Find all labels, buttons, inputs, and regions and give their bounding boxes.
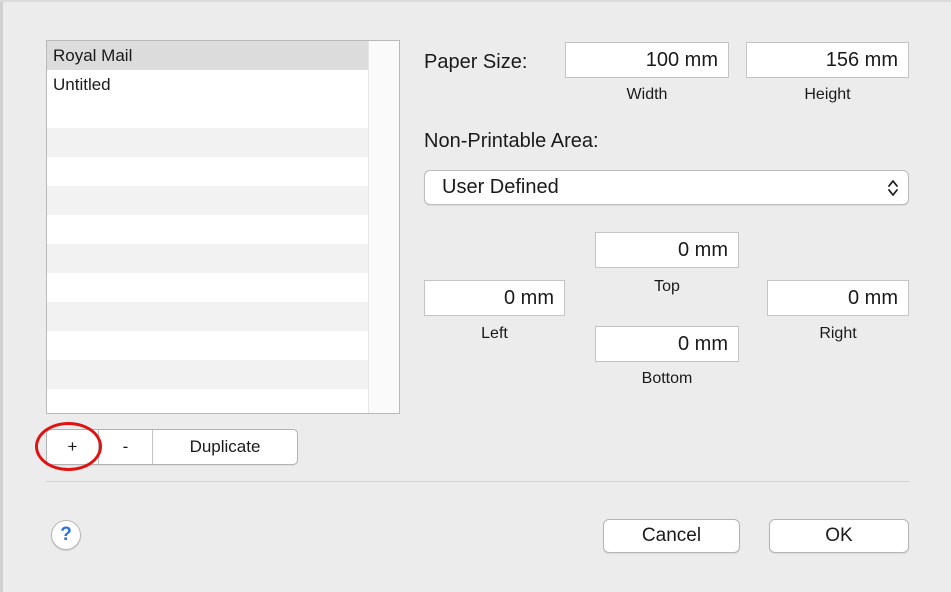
- non-printable-area-label: Non-Printable Area:: [424, 130, 599, 152]
- right-caption: Right: [819, 325, 857, 342]
- width-caption: Width: [626, 86, 668, 103]
- paper-width-field[interactable]: 100 mm: [565, 42, 729, 78]
- footer-divider: [46, 481, 909, 482]
- add-button[interactable]: +: [47, 430, 99, 464]
- empty-row: [47, 331, 369, 360]
- empty-row: [47, 157, 369, 186]
- list-item[interactable]: Untitled: [47, 70, 369, 99]
- popup-selected-value: User Defined: [442, 176, 559, 198]
- paper-size-label: Paper Size:: [424, 51, 528, 73]
- height-caption: Height: [804, 86, 851, 103]
- list-scrollbar[interactable]: [368, 41, 399, 413]
- duplicate-button[interactable]: Duplicate: [153, 430, 297, 464]
- list-action-buttons: + - Duplicate: [46, 429, 298, 465]
- left-margin-field[interactable]: 0 mm: [424, 280, 565, 316]
- empty-row: [47, 389, 369, 413]
- question-mark-icon: ?: [60, 524, 72, 545]
- ok-button[interactable]: OK: [769, 519, 909, 553]
- bottom-margin-field[interactable]: 0 mm: [595, 326, 739, 362]
- up-down-chevron-icon: [888, 180, 898, 196]
- left-caption: Left: [481, 325, 508, 342]
- window-edge: [0, 0, 3, 592]
- help-button[interactable]: ?: [51, 520, 81, 550]
- empty-row: [47, 302, 369, 331]
- bottom-caption: Bottom: [641, 370, 693, 387]
- top-caption: Top: [654, 278, 680, 295]
- empty-row: [47, 99, 369, 128]
- window-top-edge: [0, 0, 951, 2]
- cancel-button[interactable]: Cancel: [603, 519, 740, 553]
- empty-row: [47, 360, 369, 389]
- list-item[interactable]: Royal Mail: [47, 41, 369, 70]
- empty-row: [47, 273, 369, 302]
- paper-size-list[interactable]: Royal Mail Untitled: [46, 40, 400, 414]
- empty-row: [47, 186, 369, 215]
- empty-row: [47, 244, 369, 273]
- empty-row: [47, 215, 369, 244]
- remove-button[interactable]: -: [99, 430, 153, 464]
- paper-height-field[interactable]: 156 mm: [746, 42, 909, 78]
- empty-row: [47, 128, 369, 157]
- right-margin-field[interactable]: 0 mm: [767, 280, 909, 316]
- list-rows: Royal Mail Untitled: [47, 41, 369, 413]
- top-margin-field[interactable]: 0 mm: [595, 232, 739, 268]
- non-printable-area-popup[interactable]: User Defined: [424, 170, 909, 205]
